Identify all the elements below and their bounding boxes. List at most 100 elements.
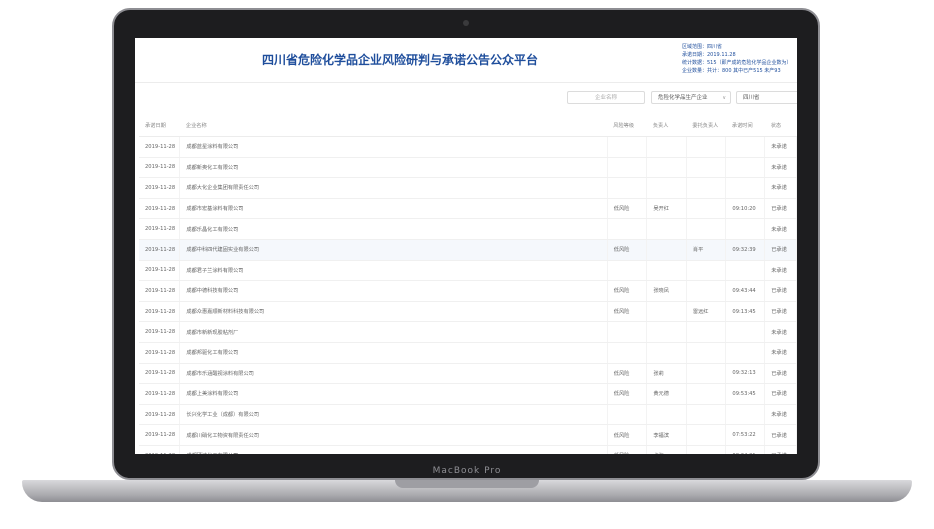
header-meta: 区域范围：四川省 承诺日期：2019.11.28 统计数据：515（即产成的危险…: [682, 43, 792, 75]
cell-person: [646, 136, 687, 158]
cell-date: 2019-11-28: [139, 177, 181, 199]
table-row[interactable]: 2019-11-28 成都川硝化工物资有限责任公司 低风险 李福滨 07:53:22 已承…: [139, 424, 797, 446]
cell-person: [646, 404, 687, 426]
cell-delegate: [686, 363, 727, 385]
cell-time: 08:34:21: [725, 445, 766, 454]
table-row[interactable]: 2019-11-28成都硕达化工有限公司低风险卢海 08:34:21已承诺: [139, 445, 797, 454]
table-row[interactable]: 2019-11-28 成都大化企业集团有限责任公司 未承诺: [139, 177, 797, 199]
col-header-status[interactable]: 状态: [764, 114, 797, 137]
cell-date: 2019-11-28: [139, 404, 181, 426]
cell-risk: 低风险: [607, 280, 648, 302]
cell-company: 成都市乐涵醒视涂料有限公司: [179, 363, 608, 385]
cell-risk: 低风险: [607, 424, 648, 446]
cell-delegate: [686, 383, 727, 405]
cell-delegate: [686, 424, 727, 446]
cell-time: 09:32:13: [725, 363, 766, 385]
camera-dot: [463, 20, 469, 26]
col-header-risk[interactable]: 风险等级: [607, 114, 647, 137]
table-row[interactable]: 2019-11-28 成都邦驱化工有限公司 未承诺: [139, 342, 797, 364]
cell-risk: [607, 157, 648, 179]
cell-risk: 低风险: [607, 301, 648, 323]
laptop-notch: [395, 480, 539, 488]
cell-date: 2019-11-28: [139, 342, 181, 364]
cell-status: 未承诺: [764, 404, 797, 426]
cell-date: 2019-11-28: [139, 383, 181, 405]
cell-delegate: [686, 218, 727, 240]
cell-delegate: 肖平: [686, 239, 727, 261]
cell-time: [725, 260, 766, 282]
company-search-input[interactable]: 企业名称: [567, 91, 645, 104]
table-row[interactable]: 2019-11-28 成都新奥化工有限公司 未承诺: [139, 157, 797, 179]
cell-time: 09:10:20: [725, 198, 766, 220]
cell-time: [725, 177, 766, 199]
meta-line: 企业数量：共计：800 其中已产515 未产93: [682, 68, 781, 74]
cell-person: [646, 260, 687, 282]
cell-company: 成都市宏基涂料有限公司: [179, 198, 608, 220]
col-header-time[interactable]: 承诺时间: [725, 114, 765, 137]
cell-risk: 低风险: [607, 198, 648, 220]
cell-person: [646, 301, 687, 323]
table-row[interactable]: 2019-11-28 长兴化学工业（成都）有限公司 未承诺: [139, 404, 797, 426]
cell-risk: [607, 136, 648, 158]
cell-delegate: [686, 280, 727, 302]
table-row[interactable]: 2019-11-28 成都中德科技有限公司 低风险 张晓凤 09:43:44 已承诺: [139, 280, 797, 302]
cell-delegate: [686, 342, 727, 364]
cell-status: 未承诺: [764, 260, 797, 282]
table-row[interactable]: 2019-11-28 成都君子兰涂料有限公司 未承诺: [139, 260, 797, 282]
table-row[interactable]: 2019-11-28 成都上美涂料有限公司 低风险 黄元德 09:53:45 已承诺: [139, 383, 797, 405]
table-row[interactable]: 2019-11-28 成都中科四代建固实业有限公司 低风险 肖平 09:32:39 已承诺: [139, 239, 797, 261]
col-header-person[interactable]: 负责人: [646, 114, 687, 137]
cell-time: [725, 404, 766, 426]
col-header-date[interactable]: 承诺日期: [139, 114, 180, 137]
cell-status: 未承诺: [764, 218, 797, 240]
region-select[interactable]: 四川省: [736, 91, 797, 104]
table-header-row: 承诺日期 企业名称 风险等级 负责人 委托负责人 承诺时间 状态: [139, 114, 797, 137]
cell-company: 成都乐晶化工有限公司: [179, 218, 608, 240]
cell-time: [725, 321, 766, 343]
table-row[interactable]: 2019-11-28 成都乐晶化工有限公司 未承诺: [139, 218, 797, 240]
cell-status: 已承诺: [764, 301, 797, 323]
cell-delegate: [686, 260, 727, 282]
chevron-down-icon: ∨: [722, 95, 726, 101]
cell-time: 09:32:39: [725, 239, 766, 261]
laptop-screen: 四川省危险化学品企业风险研判与承诺公告公众平台 区域范围：四川省 承诺日期：20…: [135, 38, 797, 454]
table-row[interactable]: 2019-11-28 成都市新新现胶粘剂厂 未承诺: [139, 321, 797, 343]
cell-time: 07:53:22: [725, 424, 766, 446]
cell-risk: 低风险: [607, 239, 648, 261]
cell-delegate: [686, 404, 727, 426]
cell-person: [646, 157, 687, 179]
cell-date: 2019-11-28: [139, 260, 181, 282]
cell-status: 未承诺: [764, 157, 797, 179]
cell-risk: [607, 260, 648, 282]
col-header-company[interactable]: 企业名称: [179, 114, 608, 137]
industry-select[interactable]: 危险化学品生产企业 ∨: [651, 91, 731, 104]
cell-person: [646, 177, 687, 199]
cell-company: 成都上美涂料有限公司: [179, 383, 608, 405]
table-row[interactable]: 2019-11-28 成都众惠嘉顺新材料科技有限公司 低风险 雷远红 09:13:45 已…: [139, 301, 797, 323]
cell-status: 已承诺: [764, 383, 797, 405]
cell-status: 未承诺: [764, 342, 797, 364]
table-row[interactable]: 2019-11-28 成都市宏基涂料有限公司 低风险 吴开红 09:10:20 已承诺: [139, 198, 797, 220]
cell-date: 2019-11-28: [139, 280, 181, 302]
col-header-delegate[interactable]: 委托负责人: [686, 114, 726, 137]
cell-date: 2019-11-28: [139, 363, 181, 385]
cell-time: [725, 157, 766, 179]
meta-line: 统计数据：515（即产成的危险化学品企业数为）: [682, 60, 792, 66]
table-row[interactable]: 2019-11-28 成都蓝星涂料有限公司 未承诺: [139, 136, 797, 158]
cell-date: 2019-11-28: [139, 301, 181, 323]
cell-person: 张莉: [646, 363, 687, 385]
table-row[interactable]: 2019-11-28 成都市乐涵醒视涂料有限公司 低风险 张莉 09:32:13 已承诺: [139, 363, 797, 385]
cell-risk: [607, 177, 648, 199]
cell-status: 未承诺: [764, 177, 797, 199]
cell-date: 2019-11-28: [139, 239, 181, 261]
cell-time: [725, 342, 766, 364]
cell-time: 09:43:44: [725, 280, 766, 302]
cell-status: 已承诺: [764, 198, 797, 220]
device-brand-label: MacBook Pro: [432, 466, 502, 476]
cell-status: 已承诺: [764, 363, 797, 385]
cell-date: 2019-11-28: [139, 445, 181, 454]
cell-person: [646, 321, 687, 343]
cell-delegate: [686, 136, 727, 158]
cell-person: 黄元德: [646, 383, 687, 405]
cell-person: 卢海: [646, 445, 687, 454]
